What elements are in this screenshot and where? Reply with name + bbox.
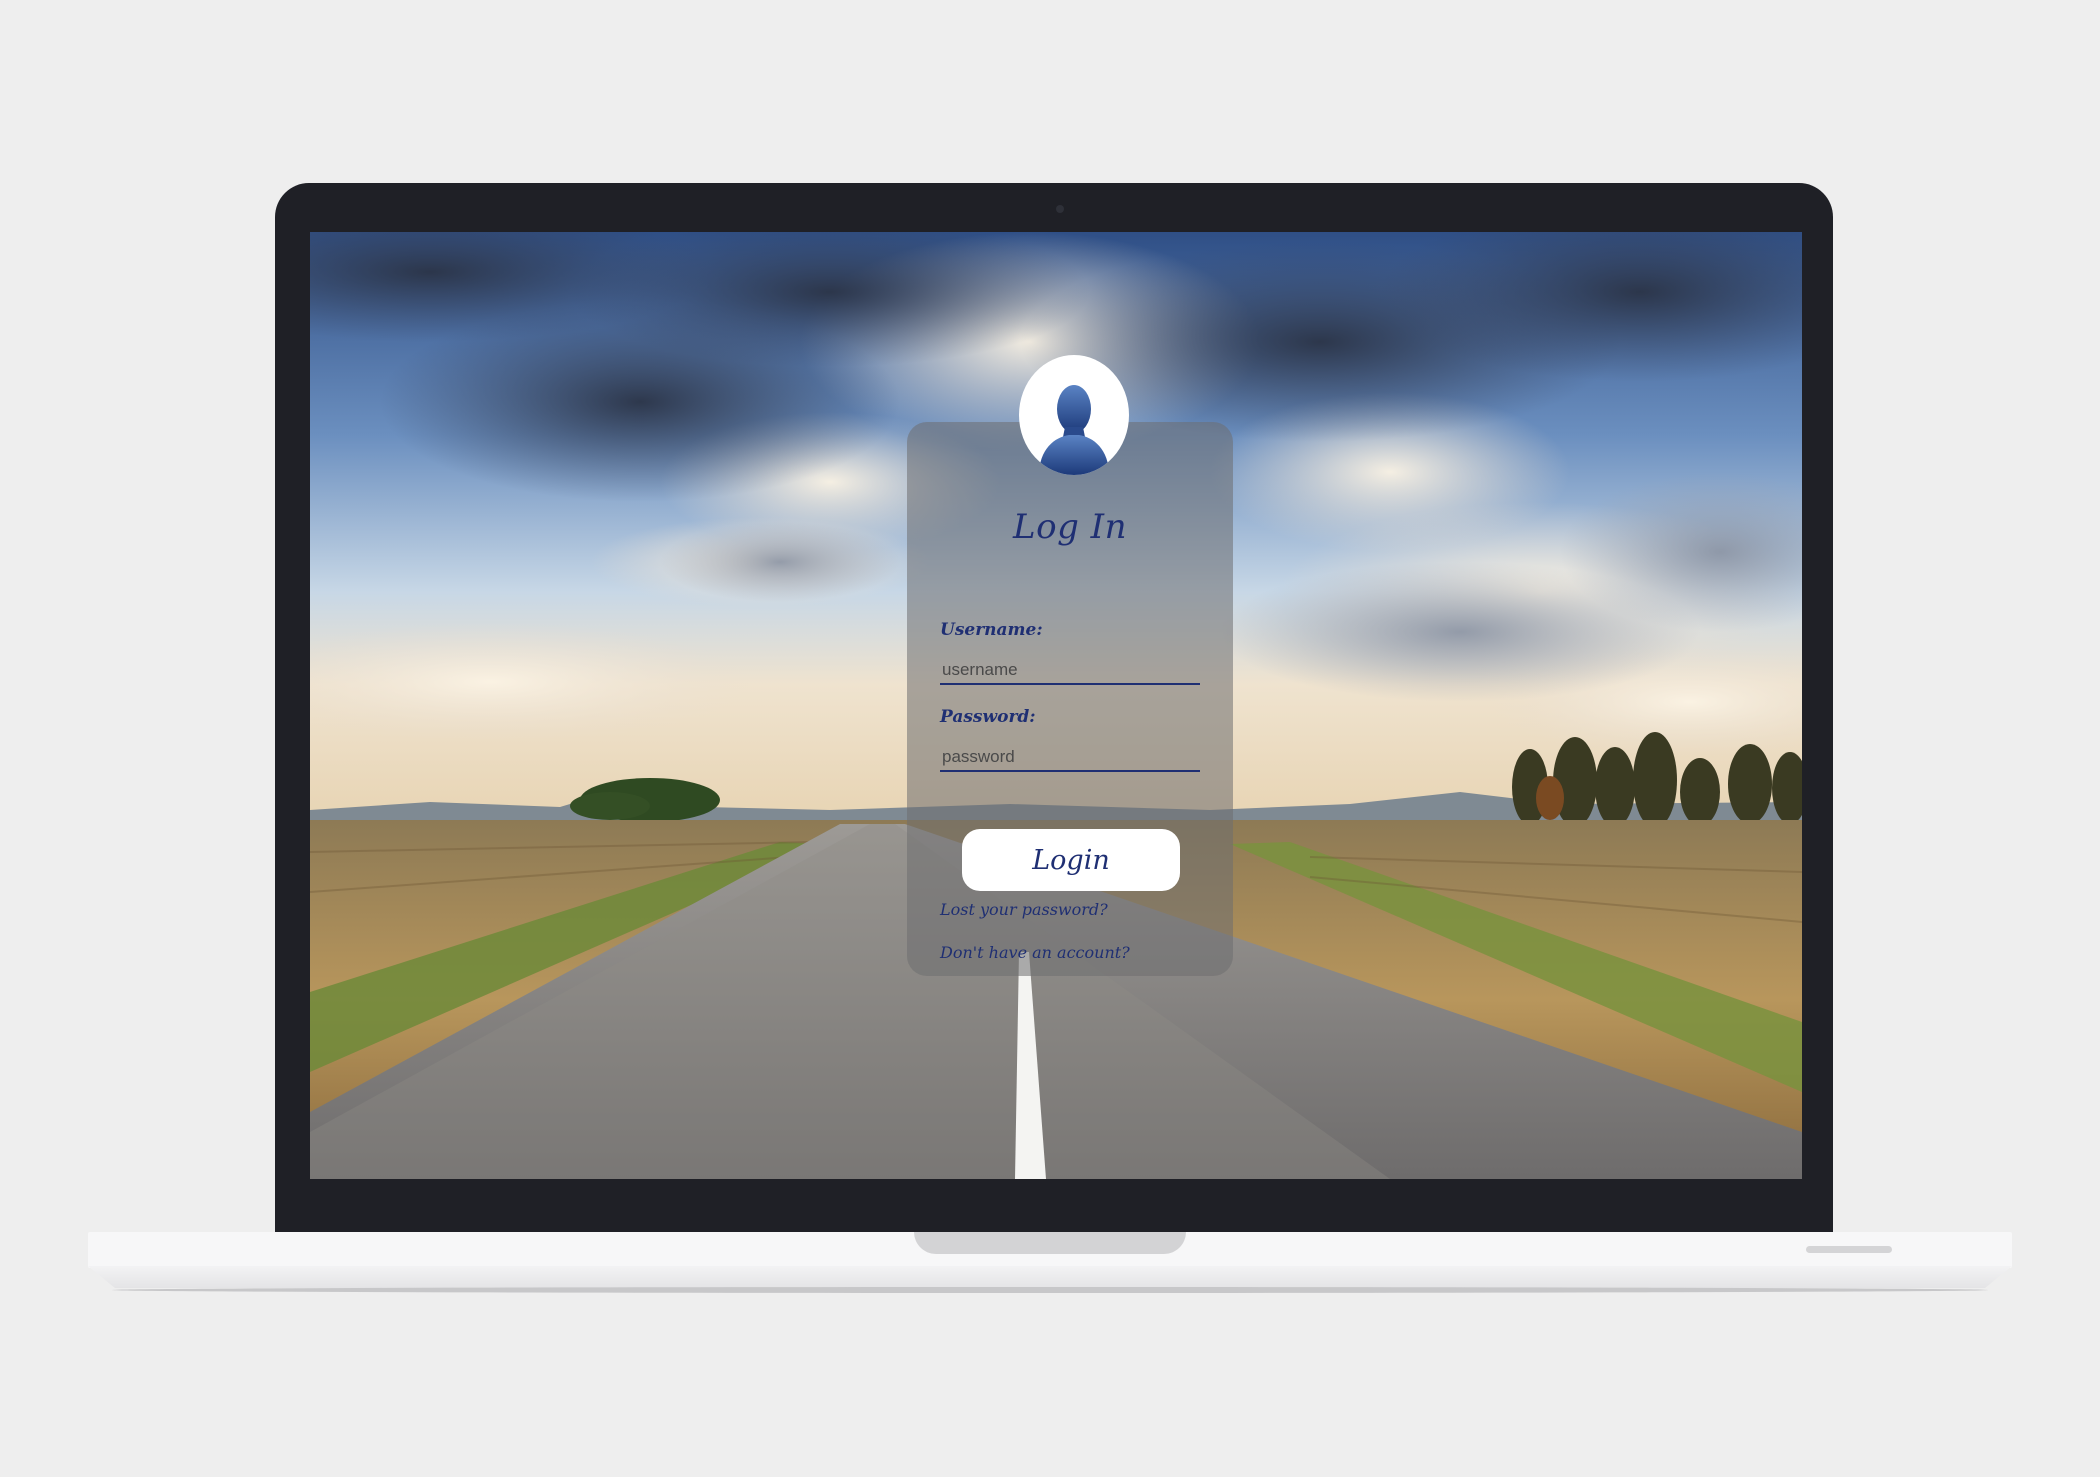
username-input[interactable] [940, 657, 1200, 685]
signup-link[interactable]: Don't have an account? [940, 943, 1130, 962]
laptop-side-slot [1806, 1246, 1892, 1253]
password-label: Password: [940, 707, 1036, 727]
page-title: Log In [1013, 507, 1127, 547]
laptop-hinge-notch [914, 1232, 1186, 1254]
laptop-screen: Log In Username: Password: Login Lost yo… [310, 232, 1802, 1179]
laptop-base-edge [88, 1266, 2012, 1288]
mockup-stage: Log In Username: Password: Login Lost yo… [0, 0, 2100, 1477]
laptop-shadow [112, 1287, 1988, 1293]
avatar [1019, 355, 1129, 475]
username-label: Username: [940, 620, 1043, 640]
login-card [907, 422, 1233, 976]
user-avatar-icon [1039, 385, 1109, 475]
login-button[interactable]: Login [962, 829, 1180, 891]
webcam-icon [1056, 205, 1064, 213]
password-input[interactable] [940, 744, 1200, 772]
lost-password-link[interactable]: Lost your password? [940, 900, 1108, 919]
